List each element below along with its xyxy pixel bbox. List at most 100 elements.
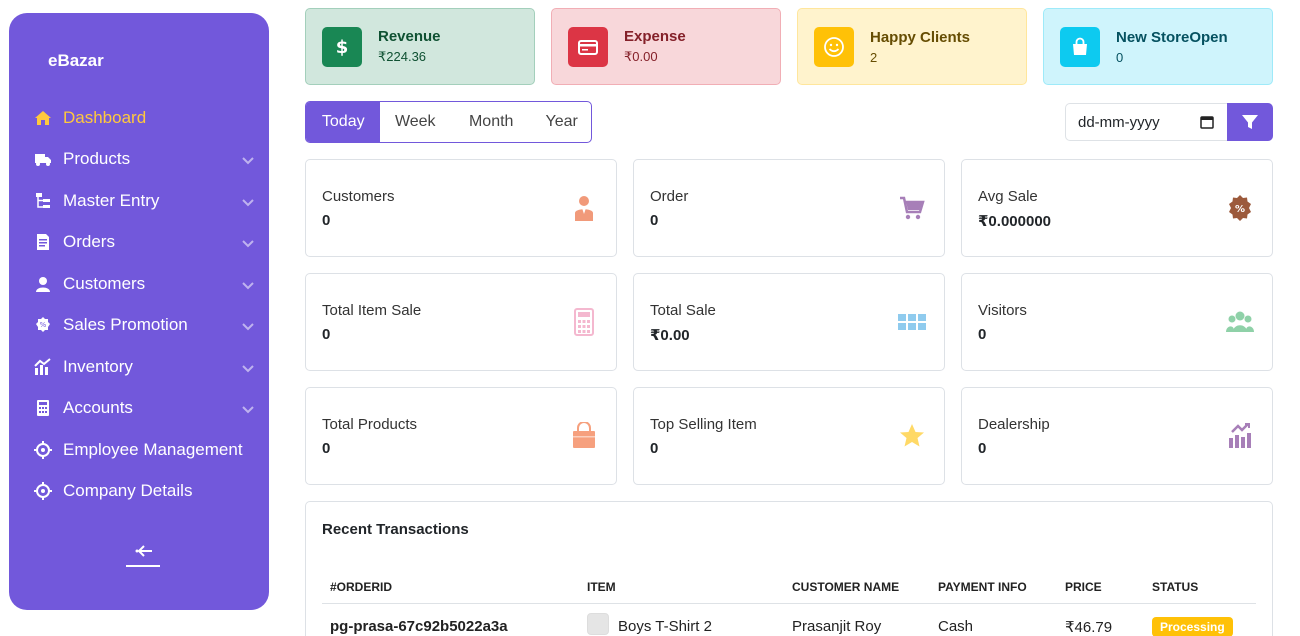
header-item: ITEM	[587, 580, 616, 594]
calendar-icon[interactable]	[1200, 115, 1214, 129]
stat-card-value: ₹224.36	[378, 49, 427, 64]
date-input[interactable]: dd-mm-yyyy	[1065, 103, 1228, 141]
user-icon	[33, 274, 53, 294]
kpi-value: 0	[978, 440, 987, 457]
chevron-down-icon[interactable]	[241, 152, 255, 166]
sidebar-item-master-entry[interactable]: Master Entry	[33, 180, 255, 222]
kpi-card-total-item-sale: Total Item Sale 0	[305, 273, 617, 371]
chevron-down-icon[interactable]	[241, 318, 255, 332]
filter-icon	[1242, 115, 1258, 129]
sidebar-item-orders[interactable]: Orders	[33, 222, 255, 264]
kpi-label: Order	[650, 188, 689, 205]
header-orderid: #ORDERID	[330, 580, 393, 594]
chevron-down-icon[interactable]	[241, 277, 255, 291]
status-badge: Processing	[1152, 617, 1233, 636]
discount-badge-icon: %	[1226, 194, 1254, 222]
stat-card-label: Happy Clients	[870, 28, 971, 46]
users-icon	[1226, 308, 1254, 336]
sidebar-item-employee-management[interactable]: Employee Management	[33, 429, 255, 471]
row-orderid[interactable]: pg-prasa-67c92b5022a3a	[330, 618, 508, 635]
stat-card-expense: Expense ₹0.00	[551, 8, 781, 85]
sidebar-item-label: Master Entry	[63, 190, 160, 210]
stat-card-value: ₹0.00	[624, 49, 658, 64]
stat-card-value: 2	[870, 49, 878, 65]
tab-week[interactable]: Week	[380, 102, 450, 142]
chevron-down-icon[interactable]	[241, 194, 255, 208]
brand-logo[interactable]: eBazar	[48, 51, 104, 71]
tab-year[interactable]: Year	[532, 102, 591, 142]
handshake-chart-icon	[1226, 422, 1254, 450]
kpi-label: Top Selling Item	[650, 416, 757, 433]
sidebar-nav: Dashboard Products Master Entry Orders Custo…	[33, 97, 255, 512]
header-status: STATUS	[1152, 580, 1199, 594]
kpi-label: Total Products	[322, 416, 418, 433]
filter-button[interactable]	[1227, 103, 1273, 141]
kpi-card-dealership: Dealership 0	[961, 387, 1273, 485]
target-icon	[33, 440, 53, 460]
sidebar-item-sales-promotion[interactable]: % Sales Promotion	[33, 305, 255, 347]
kpi-card-top-selling-item: Top Selling Item 0	[633, 387, 945, 485]
sidebar-item-company-details[interactable]: Company Details	[33, 471, 255, 513]
svg-text:%: %	[1235, 204, 1245, 215]
chevron-down-icon[interactable]	[241, 360, 255, 374]
kpi-label: Avg Sale	[978, 188, 1038, 205]
sidebar-item-customers[interactable]: Customers	[33, 263, 255, 305]
tab-month[interactable]: Month	[450, 102, 532, 142]
stat-card-new-storeopen: New StoreOpen 0	[1043, 8, 1273, 85]
arrow-left-icon	[135, 545, 152, 557]
date-placeholder: dd-mm-yyyy	[1078, 113, 1160, 131]
stat-card-label: New StoreOpen	[1116, 28, 1228, 46]
kpi-value: 0	[650, 212, 659, 229]
star-icon	[898, 422, 926, 450]
stat-card-value: 0	[1116, 49, 1124, 65]
sidebar-item-accounts[interactable]: Accounts	[33, 388, 255, 430]
stat-card-label: Revenue	[378, 28, 441, 45]
chevron-down-icon[interactable]	[241, 235, 255, 249]
kpi-label: Visitors	[978, 302, 1027, 319]
kpi-value: 0	[650, 440, 659, 457]
tab-today[interactable]: Today	[306, 102, 381, 142]
target-icon	[33, 481, 53, 501]
kpi-value: 0	[978, 326, 987, 343]
kpi-label: Total Item Sale	[322, 302, 422, 319]
row-customer: Prasanjit Roy	[792, 618, 882, 635]
item-thumbnail	[587, 613, 609, 635]
kpi-card-visitors: Visitors 0	[961, 273, 1273, 371]
kpi-card-total-products: Total Products 0	[305, 387, 617, 485]
sidebar-item-dashboard[interactable]: Dashboard	[33, 97, 255, 139]
header-payment-info: PAYMENT INFO	[938, 580, 1027, 594]
kpi-card-avg-sale: Avg Sale ₹0.000000%	[961, 159, 1273, 257]
stat-card-label: Expense	[624, 28, 686, 45]
header-customer-name: CUSTOMER NAME	[792, 580, 900, 594]
table-divider	[322, 603, 1256, 604]
sidebar-item-label: Sales Promotion	[63, 315, 188, 335]
chevron-down-icon[interactable]	[241, 401, 255, 415]
period-tabs: Today Week Month Year	[305, 101, 592, 143]
header-price: PRICE	[1065, 580, 1102, 594]
dollar-icon: $	[322, 26, 362, 67]
person-icon	[570, 194, 598, 222]
sitemap-icon	[33, 191, 53, 211]
kpi-value: ₹0.000000	[978, 213, 1052, 230]
sidebar-item-label: Inventory	[63, 356, 133, 376]
smile-icon	[814, 26, 854, 67]
divider	[126, 565, 160, 567]
sidebar: eBazar Dashboard Products Master Entry Orde…	[9, 13, 269, 610]
kpi-value: 0	[322, 326, 331, 343]
sidebar-item-label: Accounts	[63, 398, 133, 418]
row-item: Boys T-Shirt 2	[618, 618, 712, 635]
sidebar-item-inventory[interactable]: Inventory	[33, 346, 255, 388]
svg-text:%: %	[40, 321, 47, 329]
kpi-value: 0	[322, 440, 331, 457]
sidebar-item-label: Company Details	[63, 481, 193, 501]
grid-icon	[898, 308, 926, 336]
sidebar-item-products[interactable]: Products	[33, 139, 255, 181]
sidebar-item-label: Products	[63, 149, 131, 169]
collapse-sidebar-button[interactable]	[125, 543, 161, 573]
home-icon	[33, 108, 53, 128]
recent-transactions-panel: Recent Transactions #ORDERID ITEM CUSTOM…	[305, 501, 1273, 636]
credit-card-icon	[568, 26, 608, 67]
kpi-label: Dealership	[978, 416, 1050, 433]
row-payment: Cash	[938, 618, 974, 635]
kpi-value: 0	[322, 212, 331, 229]
